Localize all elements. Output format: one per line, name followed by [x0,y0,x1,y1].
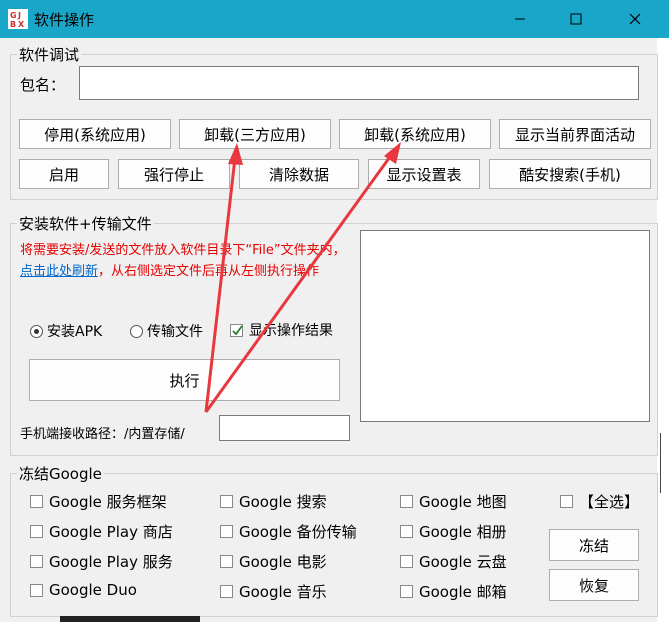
freeze-item[interactable]: Google 搜索 [220,491,327,512]
receive-path-label: 手机端接收路径：/内置存储/ [20,427,185,442]
package-input[interactable] [79,66,639,100]
freeze-item[interactable]: Google 地图 [400,491,507,512]
select-all-label: 【全选】 [579,493,640,511]
freeze-item[interactable]: Google 电影 [220,551,327,572]
radio-transfer-file[interactable]: 传输文件 [130,321,203,341]
freeze-button[interactable]: 冻结 [549,529,639,561]
svg-text:B: B [10,20,16,29]
maximize-button[interactable] [553,0,599,38]
checkbox-box [400,555,413,568]
close-button[interactable] [612,0,658,38]
freeze-item-label: Google 搜索 [239,493,327,511]
package-label: 包名： [20,76,66,94]
force-stop-button[interactable]: 强行停止 [118,159,230,189]
enable-button[interactable]: 启用 [19,159,109,189]
title-bar[interactable]: G J B X 软件操作 [0,0,669,38]
show-result-checkbox[interactable]: 显示操作结果 [230,320,333,340]
svg-text:G: G [10,11,17,20]
checkbox-box [30,525,43,538]
checkbox-box [560,495,573,508]
background-strip [657,38,669,622]
refresh-link[interactable]: 点击此处刷新 [20,264,98,279]
select-all-checkbox[interactable]: 【全选】 [560,491,639,512]
file-listbox[interactable] [360,230,650,422]
checkbox-box [230,323,243,337]
install-group-legend: 安装软件+传输文件 [19,215,152,233]
freeze-item-label: Google 地图 [419,493,507,511]
radio-transfer-file-label: 传输文件 [147,324,203,340]
freeze-item[interactable]: Google 云盘 [400,551,507,572]
freeze-item-label: Google Duo [49,581,137,599]
freeze-item[interactable]: Google 备份传输 [220,521,357,542]
disable-system-app-button[interactable]: 停用(系统应用) [19,119,171,149]
checkbox-box [30,583,43,597]
background-window-edge [60,616,200,622]
execute-button[interactable]: 执行 [29,359,340,401]
freeze-item[interactable]: Google 音乐 [220,581,327,602]
minimize-button[interactable] [497,0,543,38]
freeze-item[interactable]: Google Play 商店 [30,521,173,542]
coolapk-search-button[interactable]: 酷安搜索(手机) [489,159,651,189]
window-title: 软件操作 [34,11,95,29]
maximize-icon [570,13,582,25]
instruction-text-1: 将需要安装/发送的文件放入软件目录下“File”文件夹内， [20,243,346,258]
checkbox-box [30,495,43,508]
checkbox-box [220,495,233,508]
freeze-google-legend: 冻结Google [19,465,102,483]
uninstall-system-app-button[interactable]: 卸载(系统应用) [339,119,491,149]
close-icon [629,13,641,25]
radio-indicator [130,324,143,338]
checkbox-box [220,555,233,568]
freeze-item[interactable]: Google 邮箱 [400,581,507,602]
minimize-icon [515,18,525,20]
show-current-activity-button[interactable]: 显示当前界面活动 [499,119,651,149]
checkbox-box [220,585,233,598]
show-result-label: 显示操作结果 [249,323,333,339]
checkbox-box [400,585,413,598]
freeze-item-label: Google Play 商店 [49,523,173,541]
radio-install-apk[interactable]: 安装APK [30,321,102,341]
freeze-item-label: Google 云盘 [419,553,507,571]
app-icon: G J B X [8,9,28,29]
freeze-item-label: Google 音乐 [239,583,327,601]
svg-text:X: X [18,20,25,29]
freeze-item-label: Google 电影 [239,553,327,571]
freeze-item-label: Google 邮箱 [419,583,507,601]
radio-install-apk-label: 安装APK [47,324,103,340]
checkbox-box [400,525,413,538]
freeze-item-label: Google 备份传输 [239,523,357,541]
checkbox-box [220,525,233,538]
restore-button[interactable]: 恢复 [549,569,639,601]
uninstall-third-party-button[interactable]: 卸载(三方应用) [179,119,331,149]
freeze-item-label: Google 相册 [419,523,507,541]
checkbox-box [400,495,413,508]
checkbox-box [30,555,43,568]
debug-group-legend: 软件调试 [19,46,80,64]
freeze-item[interactable]: Google Duo [30,581,137,599]
clear-data-button[interactable]: 清除数据 [239,159,359,189]
instruction-text-2: ，从右侧选定文件后再从左侧执行操作 [98,264,320,279]
check-icon [232,324,243,335]
radio-selected-indicator [30,324,43,338]
freeze-item[interactable]: Google 相册 [400,521,507,542]
show-settings-table-button[interactable]: 显示设置表 [368,159,480,189]
freeze-item-label: Google 服务框架 [49,493,167,511]
freeze-item[interactable]: Google Play 服务 [30,551,173,572]
install-instruction: 将需要安装/发送的文件放入软件目录下“File”文件夹内， 点击此处刷新，从右侧选… [20,240,358,282]
freeze-item[interactable]: Google 服务框架 [30,491,167,512]
freeze-item-label: Google Play 服务 [49,553,173,571]
svg-text:J: J [17,11,21,20]
receive-path-input[interactable] [219,415,350,441]
